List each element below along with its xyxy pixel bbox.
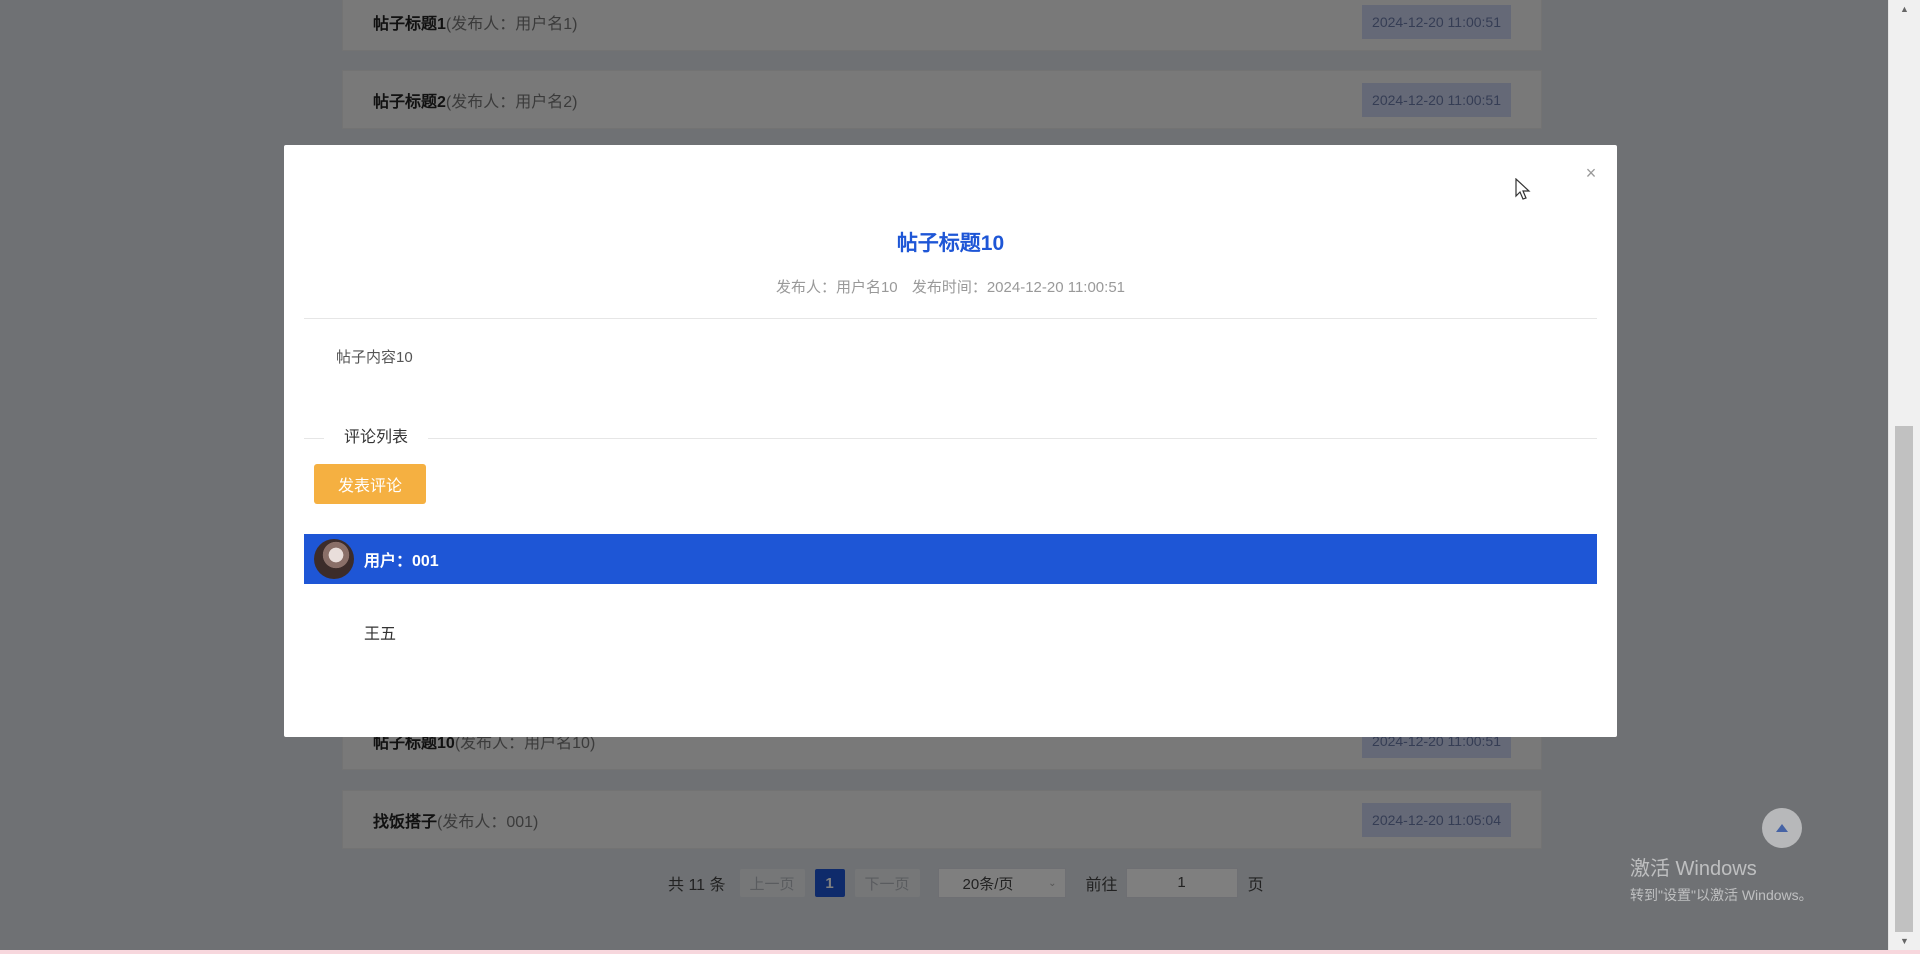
arrow-up-icon	[1776, 824, 1788, 832]
scroll-down-icon[interactable]: ▼	[1889, 932, 1920, 950]
comment-header: 用户：001	[304, 534, 1597, 584]
comments-heading: 评论列表	[344, 429, 409, 446]
avatar	[314, 539, 354, 579]
dialog-title: 帖子标题10	[896, 232, 1005, 255]
watermark-subtitle: 转到"设置"以激活 Windows。	[1630, 887, 1813, 903]
dialog-meta: 发布人：用户名10 发布时间：2024-12-20 11:00:51	[284, 276, 1617, 297]
windows-activation-watermark: 激活 Windows 转到"设置"以激活 Windows。	[1630, 852, 1813, 905]
post-time-meta: 发布时间：2024-12-20 11:00:51	[911, 279, 1126, 296]
comment-text: 王五	[364, 626, 397, 643]
bottom-strip	[0, 950, 1920, 954]
watermark-title: 激活 Windows	[1630, 858, 1757, 880]
page-scrollbar[interactable]: ▲ ▼	[1888, 0, 1920, 950]
divider-line	[304, 438, 324, 439]
post-content: 帖子内容10	[336, 349, 413, 366]
divider	[304, 318, 1597, 319]
scroll-thumb[interactable]	[1895, 426, 1913, 932]
post-detail-dialog: × 帖子标题10 发布人：用户名10 发布时间：2024-12-20 11:00…	[284, 145, 1617, 737]
comments-section-divider: 评论列表	[304, 428, 1597, 448]
post-comment-button[interactable]: 发表评论	[314, 464, 426, 504]
post-author-meta: 发布人：用户名10	[775, 279, 898, 296]
scroll-up-icon[interactable]: ▲	[1889, 0, 1920, 18]
back-to-top-button[interactable]	[1762, 808, 1802, 848]
close-icon[interactable]: ×	[1581, 163, 1601, 183]
divider-line	[428, 438, 1597, 439]
mouse-cursor-icon	[1515, 178, 1531, 200]
comment-user: 用户：001	[364, 553, 439, 570]
